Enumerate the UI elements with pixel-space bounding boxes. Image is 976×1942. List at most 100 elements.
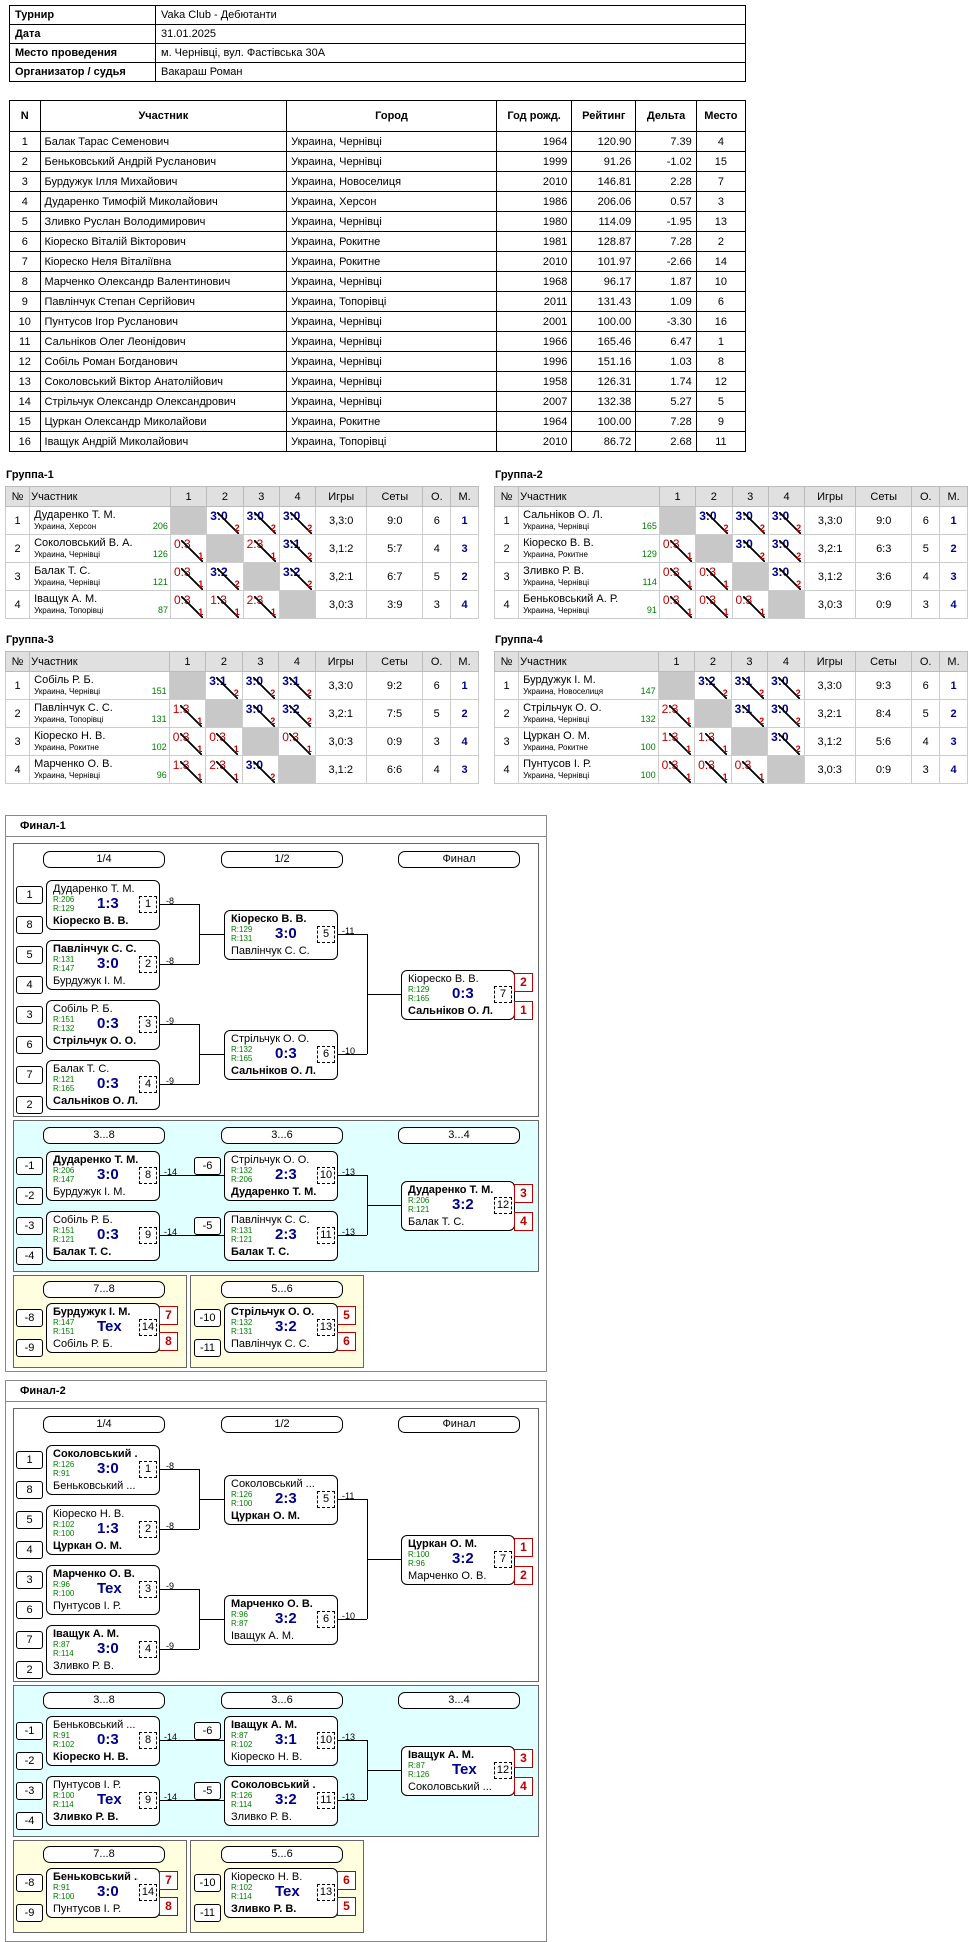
player-city: Украина, Чернівці 121	[34, 577, 168, 587]
seed-box: -3	[16, 1217, 43, 1235]
match-score: 0:3	[97, 1731, 119, 1748]
rating-b: R:165	[408, 994, 430, 1003]
match-box: Марченко О. В. R:96 R:87 3:2 Іващук А. М. 6	[224, 1595, 338, 1645]
match-score: 3:0	[97, 1883, 119, 1900]
games: 3,1:2	[315, 534, 368, 563]
result-cell: 3:12	[730, 699, 769, 728]
info-key: Организатор / судья	[9, 62, 156, 82]
match-points: 1	[198, 579, 204, 589]
player-name: Стрільчук О. О.	[523, 702, 602, 714]
match-number: 13	[317, 1319, 335, 1336]
games: 3,1:2	[804, 562, 857, 591]
participant-cell: 2.28	[635, 171, 697, 192]
round-header: 3...6	[221, 1127, 343, 1144]
group-seed: 2	[493, 534, 520, 563]
match-points: 1	[686, 716, 692, 726]
match-number: 1	[139, 896, 157, 913]
participant-row: 4 Дударенко Тимофій Миколайович Украина, Х…	[9, 191, 747, 212]
match-score: 1:3	[97, 895, 119, 912]
player-b: Пунтусов І. Р.	[53, 1600, 122, 1612]
player-a: Дударенко Т. М.	[408, 1184, 493, 1196]
group-row: 2Соколовський В. А.Украина, Чернівці1260…	[4, 534, 479, 563]
self-cell	[657, 671, 696, 700]
games: 3,3:0	[804, 506, 857, 535]
match-box: Беньковський ... R:91 R:100 3:0 Пунтусов І. …	[46, 1868, 160, 1918]
match-number: 13	[317, 1884, 335, 1901]
group-row: 1Дударенко Т. М.Украина, Херсон2063:023:…	[4, 506, 479, 535]
player-b: Бурдужук І. М.	[53, 975, 126, 987]
match-points: 1	[270, 607, 276, 617]
participant-cell: 13	[695, 211, 747, 232]
participant-row: 1 Балак Тарас Семенович Украина, Чернівці 1…	[9, 131, 747, 152]
match-score: 2:3	[275, 1490, 297, 1507]
participant-cell: Балак Тарас Семенович	[39, 131, 288, 152]
participant-cell: 128.87	[571, 231, 637, 252]
match-points: 2	[306, 716, 312, 726]
bracket-line	[159, 964, 199, 965]
group-row: 3Балак Т. С.Украина, Чернівці1210:313:22…	[4, 562, 479, 591]
result-cell: 3:22	[278, 562, 317, 591]
match-score: 3:0	[97, 1166, 119, 1183]
link-label: -9	[166, 1016, 175, 1026]
match-points: 2	[723, 523, 729, 533]
group-player: Іващук А. М. Украина, Топорівці 87	[29, 590, 171, 619]
player-b: Бурдужук І. М.	[53, 1186, 126, 1198]
match-number: 3	[139, 1016, 157, 1033]
group-row: 1Бурдужук І. М.Украина, Новоселиця1473:2…	[493, 671, 968, 700]
match-number: 9	[139, 1792, 157, 1809]
place-box: 6	[337, 1871, 356, 1890]
seed-box: 3	[16, 1006, 43, 1024]
seed-box: 7	[16, 1631, 43, 1649]
seed-box: 4	[16, 976, 43, 994]
seed-box: -1	[16, 1157, 43, 1175]
player-name: Собіль Р. Б.	[34, 674, 94, 686]
seed-box: -9	[16, 1339, 43, 1357]
player-rating: 151	[151, 686, 167, 696]
group-header: О.	[911, 651, 941, 672]
link-label: -9	[166, 1076, 175, 1086]
sets: 6:6	[365, 755, 424, 784]
match-number: 11	[317, 1227, 335, 1244]
seed-box: 8	[16, 1481, 43, 1499]
sets: 5:7	[366, 534, 424, 563]
place-box: 2	[514, 1566, 533, 1585]
place-box: 8	[159, 1332, 178, 1351]
match-number: 12	[494, 1197, 512, 1214]
rating-b: R:132	[53, 1024, 75, 1033]
place: 2	[450, 562, 479, 591]
match-points: 1	[759, 607, 765, 617]
participant-row: 9 Павлінчук Степан Сергійович Украина, Топ…	[9, 291, 747, 312]
group-header: 2	[206, 486, 244, 507]
match-number: 8	[139, 1732, 157, 1749]
place: 3	[939, 562, 968, 591]
player-b: Павлінчук С. С.	[231, 945, 310, 957]
info-value: Вакараш Роман	[155, 62, 746, 82]
participant-cell: 7.28	[635, 411, 697, 432]
match-points: 1	[687, 579, 693, 589]
match-points: 1	[723, 607, 729, 617]
group-header-row: № Участник 1 2 3 4 Игры Сеты О. М.	[493, 651, 968, 672]
player-b: Зливко Р. В.	[231, 1903, 297, 1915]
player-b: Павлінчук С. С.	[231, 1338, 310, 1350]
participant-cell: Стрільчук Олександр Олександрович	[39, 391, 288, 412]
participants-header: Дельта	[635, 100, 697, 132]
bracket-line	[159, 1529, 199, 1530]
match-score: 2:3	[275, 1166, 297, 1183]
result-cell: 0:31	[658, 534, 697, 563]
info-key: Место проведения	[9, 43, 156, 63]
player-a: Іващук А. М.	[408, 1749, 475, 1761]
self-cell	[695, 534, 733, 563]
result-cell: 3:02	[767, 727, 805, 756]
result-cell: 3:02	[241, 755, 280, 784]
player-rating: 131	[151, 714, 167, 724]
rating-a: R:131	[231, 1226, 253, 1235]
bracket-line	[159, 1589, 199, 1590]
group-header: Игры	[803, 651, 856, 672]
player-city: Украина, Чернівці 91	[523, 605, 657, 615]
place-box: 6	[337, 1332, 356, 1351]
result-cell: 3:12	[730, 671, 769, 700]
player-a: Кіореско В. В.	[408, 973, 479, 985]
rating-b: R:114	[231, 1800, 252, 1809]
bracket-line	[159, 1649, 199, 1650]
bracket-line	[367, 1205, 401, 1206]
